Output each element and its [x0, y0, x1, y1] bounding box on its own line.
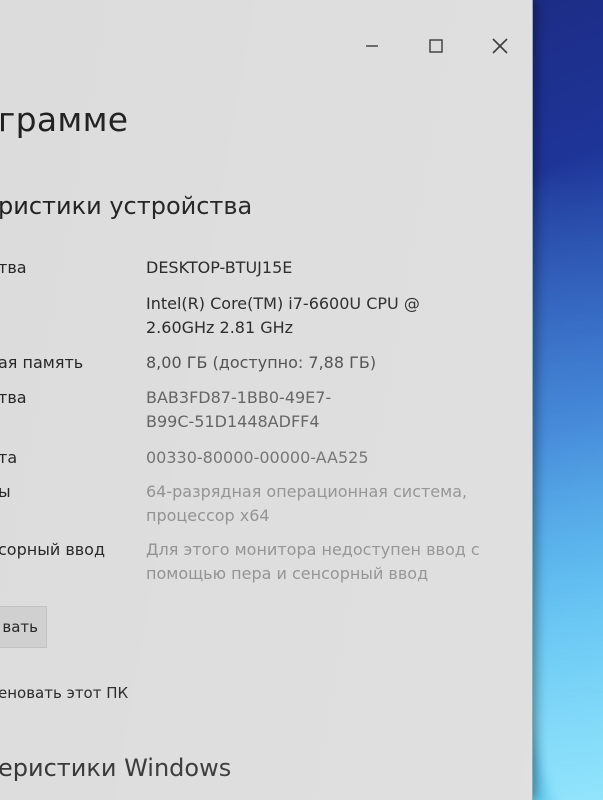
page-title: грамме [0, 100, 129, 139]
spec-label-ram: ая память [0, 353, 84, 372]
spec-value-device-id-line1: BAB3FD87-1BB0-49E7- [146, 388, 332, 407]
spec-value-processor-line1: Intel(R) Core(TM) i7-6600U CPU @ [146, 294, 420, 313]
spec-value-device-id-line2: B99C-51D1448ADFF4 [146, 412, 320, 431]
close-button[interactable] [468, 30, 532, 62]
spec-label-device-name: тва [0, 258, 27, 277]
spec-value-device-name: DESKTOP-BTUJ15E [146, 258, 293, 277]
settings-window: грамме ристики устройства тва DESKTOP-BT… [0, 0, 533, 800]
rename-pc-link[interactable]: еновать этот ПК [0, 684, 128, 702]
spec-value-pen-touch-line2: помощью пера и сенсорный ввод [146, 564, 429, 583]
copy-button[interactable]: вать [0, 606, 47, 648]
minimize-icon [366, 45, 378, 47]
device-specs-heading: ристики устройства [0, 192, 253, 220]
close-icon [492, 38, 508, 54]
minimize-button[interactable] [340, 30, 404, 62]
window-controls [340, 30, 532, 62]
spec-label-product-id: та [0, 448, 18, 467]
maximize-icon [429, 39, 443, 53]
windows-specs-heading: еристики Windows [0, 754, 232, 782]
spec-value-ram: 8,00 ГБ (доступно: 7,88 ГБ) [146, 353, 377, 372]
spec-value-processor-line2: 2.60GHz 2.81 GHz [146, 318, 294, 337]
spec-label-pen-touch: сорный ввод [0, 540, 106, 559]
spec-value-product-id: 00330-80000-00000-AA525 [146, 448, 369, 467]
spec-value-system-type-line2: процессор x64 [146, 506, 270, 525]
spec-label-system-type: ы [0, 480, 11, 504]
maximize-button[interactable] [404, 30, 468, 62]
spec-label-device-id: тва [0, 388, 27, 407]
spec-value-system-type-line1: 64-разрядная операционная система, [146, 482, 468, 501]
spec-value-pen-touch-line1: Для этого монитора недоступен ввод с [146, 540, 480, 559]
